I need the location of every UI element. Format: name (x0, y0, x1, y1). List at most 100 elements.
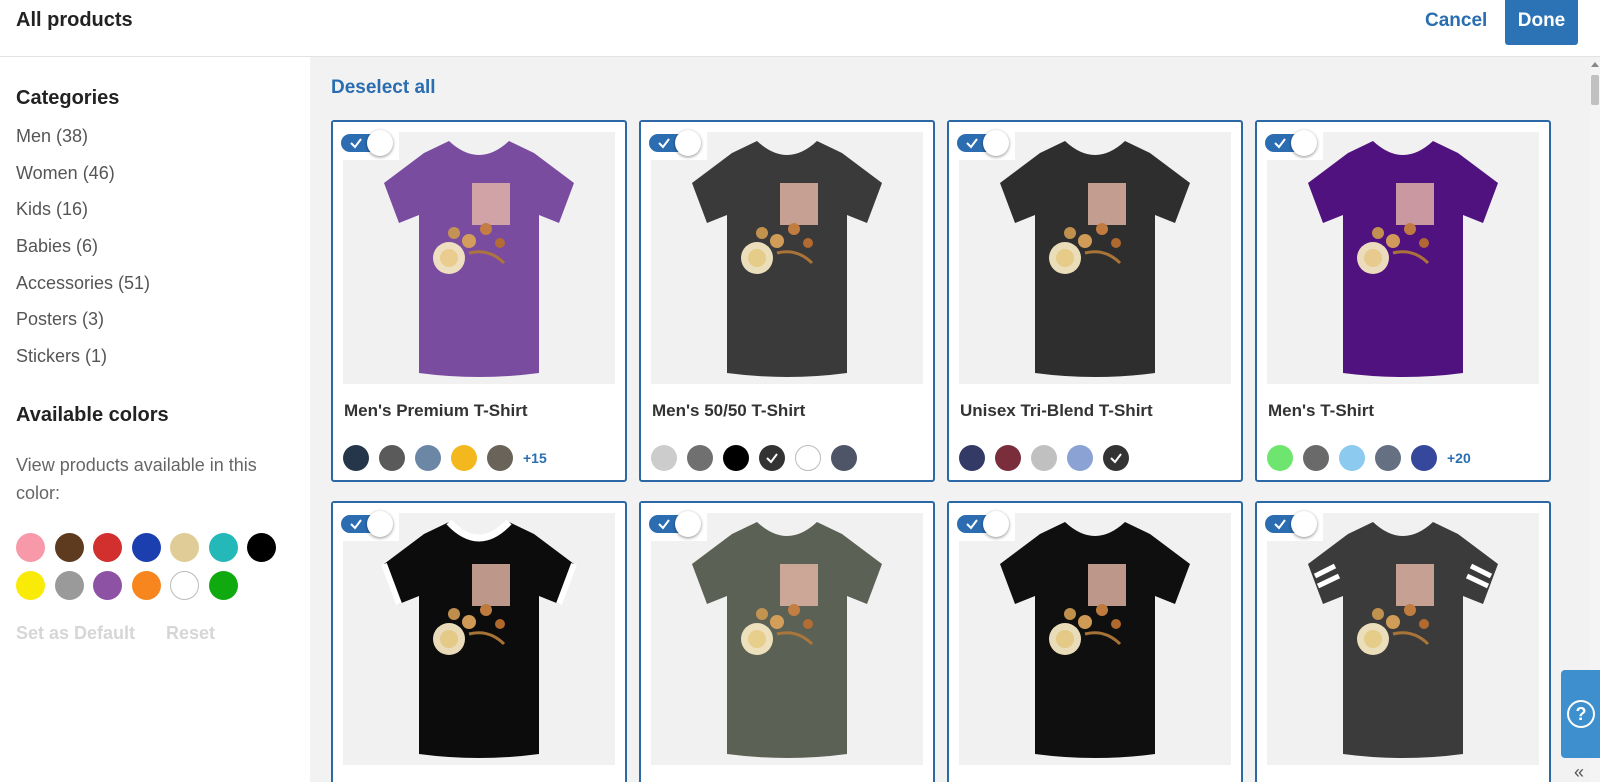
collapse-chevrons-icon[interactable]: « (1574, 762, 1584, 782)
product-toggle[interactable] (1257, 503, 1323, 541)
tshirt-icon (1308, 522, 1498, 758)
product-toggle[interactable] (949, 122, 1015, 160)
cancel-button[interactable]: Cancel (1425, 10, 1487, 32)
scroll-up-arrow-icon[interactable] (1591, 62, 1599, 67)
page-title: All products (16, 9, 133, 31)
product-color-dot[interactable] (995, 445, 1021, 471)
toggle-knob (983, 511, 1009, 537)
product-card[interactable] (639, 501, 935, 782)
check-icon (658, 519, 670, 530)
color-swatch-purple[interactable] (93, 571, 122, 600)
check-icon (350, 519, 362, 530)
product-color-dot[interactable] (959, 445, 985, 471)
color-swatch-blue[interactable] (131, 533, 161, 562)
category-posters[interactable]: Posters (3) (16, 309, 104, 330)
product-name: Men's T-Shirt (1268, 401, 1375, 420)
product-toggle[interactable] (333, 503, 399, 541)
product-card[interactable] (331, 501, 627, 782)
product-image[interactable] (651, 513, 923, 765)
available-colors-text: View products available in this color: (16, 455, 257, 503)
product-color-dot[interactable] (487, 445, 513, 471)
color-swatch-teal[interactable] (208, 533, 238, 562)
product-color-dot[interactable] (1339, 445, 1365, 471)
category-stickers[interactable]: Stickers (1) (16, 346, 107, 367)
product-card[interactable]: Men's Premium T-Shirt +15 (331, 120, 627, 482)
color-swatch-gray[interactable] (54, 571, 84, 600)
color-swatch-pink[interactable] (16, 533, 45, 562)
category-women[interactable]: Women (46) (16, 163, 115, 184)
help-button[interactable]: ? (1561, 670, 1600, 758)
categories-heading: Categories (16, 87, 120, 109)
product-color-dot[interactable] (379, 445, 405, 471)
check-icon (350, 138, 362, 149)
toggle-knob (1291, 130, 1317, 156)
product-color-dot[interactable] (1103, 445, 1129, 471)
selected-check-icon (766, 453, 778, 464)
tshirt-icon (692, 522, 882, 758)
product-toggle[interactable] (1257, 122, 1323, 160)
color-swatch-brown[interactable] (54, 533, 84, 562)
product-color-dot[interactable] (415, 445, 441, 471)
toggle-knob (675, 130, 701, 156)
color-swatch-green[interactable] (208, 571, 238, 600)
product-card[interactable] (947, 501, 1243, 782)
product-grid-area: Deselect all Men's Premium T-Shirt +15 Men… (310, 57, 1600, 782)
product-color-dot[interactable] (687, 445, 713, 471)
product-image[interactable] (1267, 513, 1539, 765)
color-swatch-orange[interactable] (131, 571, 161, 600)
product-image[interactable] (959, 132, 1231, 384)
product-toggle[interactable] (641, 122, 707, 160)
product-image[interactable] (651, 132, 923, 384)
product-color-dot[interactable] (451, 445, 477, 471)
product-card[interactable]: Men's 50/50 T-Shirt (639, 120, 935, 482)
check-icon (966, 138, 978, 149)
product-image[interactable] (1267, 132, 1539, 384)
reset-button[interactable]: Reset (166, 623, 215, 644)
available-colors-heading: Available colors (16, 404, 169, 426)
color-swatch-beige[interactable] (170, 533, 199, 562)
set-default-button[interactable]: Set as Default (16, 623, 135, 644)
more-colors-count[interactable]: +15 (523, 450, 547, 466)
color-swatch-black[interactable] (247, 533, 276, 562)
product-image[interactable] (959, 513, 1231, 765)
check-icon (1274, 138, 1286, 149)
product-color-dot[interactable] (1031, 445, 1057, 471)
category-babies[interactable]: Babies (6) (16, 236, 98, 257)
category-men[interactable]: Men (38) (16, 126, 88, 147)
tshirt-icon (1308, 141, 1498, 377)
product-name: Men's 50/50 T-Shirt (652, 401, 806, 420)
product-color-dot[interactable] (759, 445, 785, 471)
color-swatch-yellow[interactable] (16, 571, 45, 600)
toggle-knob (367, 130, 393, 156)
product-toggle[interactable] (641, 503, 707, 541)
product-image[interactable] (343, 513, 615, 765)
toggle-knob (675, 511, 701, 537)
more-colors-count[interactable]: +20 (1447, 450, 1471, 466)
product-color-dot[interactable] (1067, 445, 1093, 471)
product-color-dot[interactable] (1267, 445, 1293, 471)
help-question-icon: ? (1567, 700, 1595, 728)
scrollbar-thumb[interactable] (1591, 75, 1599, 105)
color-swatch-red[interactable] (93, 533, 122, 562)
product-image[interactable] (343, 132, 615, 384)
product-color-dot[interactable] (343, 445, 369, 471)
product-color-dot[interactable] (723, 445, 749, 471)
category-accessories[interactable]: Accessories (51) (16, 273, 150, 294)
done-button[interactable]: Done (1505, 0, 1578, 45)
product-toggle[interactable] (949, 503, 1015, 541)
product-color-dot[interactable] (1303, 445, 1329, 471)
product-card[interactable] (1255, 501, 1551, 782)
product-card[interactable]: Unisex Tri-Blend T-Shirt (947, 120, 1243, 482)
product-toggle[interactable] (333, 122, 399, 160)
tshirt-icon (1000, 522, 1190, 758)
product-color-dot[interactable] (1375, 445, 1401, 471)
check-icon (658, 138, 670, 149)
color-swatch-white[interactable] (170, 571, 199, 600)
product-color-dot[interactable] (831, 445, 857, 471)
product-color-dot[interactable] (651, 445, 677, 471)
product-color-dot[interactable] (795, 445, 821, 471)
deselect-all-button[interactable]: Deselect all (331, 77, 436, 99)
category-kids[interactable]: Kids (16) (16, 199, 88, 220)
product-color-dot[interactable] (1411, 445, 1437, 471)
product-card[interactable]: Men's T-Shirt +20 (1255, 120, 1551, 482)
